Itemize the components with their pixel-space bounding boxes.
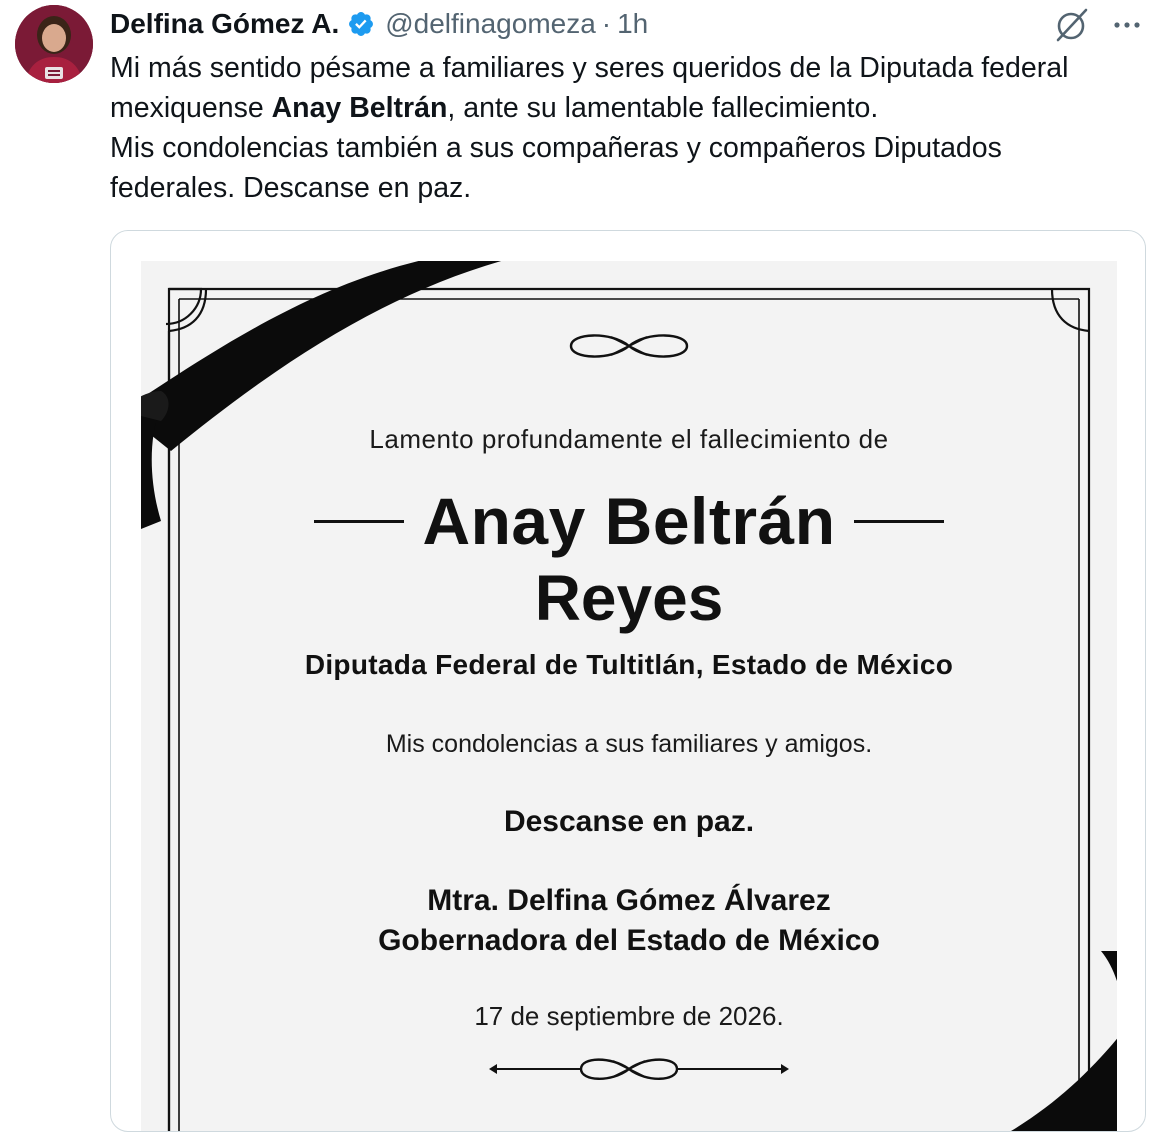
tweet-header: Delfina Gómez A. @delfinagomeza · 1h [110, 4, 648, 44]
tweet-text-fragment: mexiquense [110, 92, 272, 124]
media-card[interactable]: Lamento profundamente el fallecimiento d… [110, 230, 1146, 1132]
separator-dot: · [601, 8, 612, 39]
card-date: 17 de septiembre de 2026. [474, 1001, 784, 1031]
tweet-text-line: Mis condolencias también a sus compañera… [110, 132, 1002, 164]
deceased-position: Diputada Federal de Tultitlán, Estado de… [304, 649, 954, 680]
signer-name: Mtra. Delfina Gómez Álvarez [427, 884, 831, 917]
deceased-first-name: Anay Beltrán [422, 484, 836, 558]
handle[interactable]: @delfinagomeza [385, 8, 596, 40]
tweet-text: Mi más sentido pésame a familiares y ser… [110, 48, 1155, 208]
bottom-ornament-icon [489, 1058, 789, 1080]
verified-badge-icon [349, 12, 374, 36]
condolences-text: Mis condolencias a sus familiares y amig… [385, 730, 873, 758]
signer-role: Gobernadora del Estado de México [378, 924, 880, 957]
more-options-icon[interactable] [1110, 8, 1144, 42]
ornament-icon [569, 334, 689, 358]
tweet-text-fragment: , ante su lamentable fallecimiento. [447, 92, 879, 124]
deceased-name-row: Anay Beltrán [141, 484, 1117, 558]
tweet-text-line: mexiquense Anay Beltrán, ante su lamenta… [110, 88, 1155, 128]
timestamp[interactable]: 1h [617, 8, 648, 40]
condolence-card: Lamento profundamente el fallecimiento d… [141, 261, 1117, 1131]
rest-in-peace-text: Descanse en paz. [503, 805, 755, 838]
grok-icon[interactable] [1052, 6, 1090, 44]
deceased-last-name: Reyes [534, 562, 724, 634]
tweet-text-line: federales. Descanse en paz. [110, 172, 472, 204]
display-name[interactable]: Delfina Gómez A. [110, 8, 339, 40]
avatar-portrait [15, 5, 93, 83]
tweet-text-bold-name: Anay Beltrán [271, 92, 448, 124]
tweet-text-line: Mi más sentido pésame a familiares y ser… [110, 52, 1069, 84]
mourning-ribbon-bottom-right [1011, 951, 1117, 1131]
card-intro-text: Lamento profundamente el fallecimiento d… [369, 424, 889, 454]
avatar[interactable] [15, 5, 93, 83]
decorative-dash [853, 519, 944, 523]
decorative-dash [314, 519, 405, 523]
